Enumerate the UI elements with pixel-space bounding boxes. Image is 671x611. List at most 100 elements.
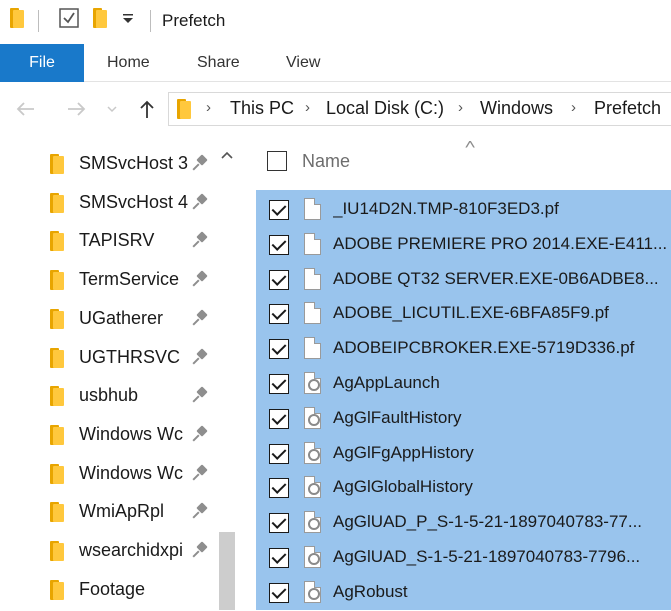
- tab-share[interactable]: Share: [197, 44, 240, 82]
- folder-icon: [50, 424, 66, 445]
- system-file-icon: [304, 406, 321, 429]
- properties-icon[interactable]: [59, 8, 79, 28]
- file-row[interactable]: _IU14D2N.TMP-810F3ED3.pf: [256, 193, 671, 228]
- breadcrumb-local-disk[interactable]: Local Disk (C:): [326, 98, 444, 119]
- nav-pane-item[interactable]: wsearchidxpi: [0, 532, 216, 570]
- file-row[interactable]: AgGlUAD_S-1-5-21-1897040783-7796...: [256, 541, 671, 576]
- customize-toolbar-icon[interactable]: [122, 14, 134, 24]
- tab-file[interactable]: File: [0, 44, 84, 82]
- system-file-icon: [304, 476, 321, 499]
- file-checkbox[interactable]: [269, 234, 289, 255]
- file-row[interactable]: AgRobust: [256, 576, 671, 611]
- pin-icon[interactable]: [192, 154, 209, 172]
- file-name: ADOBE QT32 SERVER.EXE-0B6ADBE8...: [333, 268, 659, 288]
- file-name: AgGlUAD_P_S-1-5-21-1897040783-77...: [333, 512, 643, 532]
- chevron-right-icon[interactable]: ›: [206, 99, 211, 116]
- breadcrumb-prefetch[interactable]: Prefetch: [594, 98, 661, 119]
- file-row[interactable]: AgAppLaunch: [256, 367, 671, 402]
- folder-icon: [50, 502, 66, 523]
- file-row[interactable]: AgGlFgAppHistory: [256, 437, 671, 472]
- file-checkbox[interactable]: [269, 269, 289, 290]
- pin-icon[interactable]: [192, 541, 209, 559]
- file-checkbox[interactable]: [269, 478, 289, 499]
- file-checkbox[interactable]: [269, 304, 289, 325]
- ribbon-tabs: File Home Share View: [0, 44, 671, 82]
- file-checkbox[interactable]: [269, 408, 289, 429]
- file-checkbox[interactable]: [269, 548, 289, 568]
- folder-icon: [10, 8, 26, 28]
- nav-pane-item[interactable]: TermService: [0, 261, 216, 299]
- nav-pane-item[interactable]: TAPISRV: [0, 222, 216, 260]
- file-checkbox[interactable]: [269, 513, 289, 534]
- nav-pane-item[interactable]: UGatherer: [0, 300, 216, 338]
- chevron-up-icon: [221, 151, 233, 159]
- file-checkbox[interactable]: [269, 200, 289, 220]
- nav-pane-item[interactable]: usbhub: [0, 377, 216, 415]
- pin-icon[interactable]: [192, 270, 209, 288]
- select-all-checkbox[interactable]: [267, 151, 287, 171]
- file-checkbox[interactable]: [269, 374, 289, 394]
- pin-icon[interactable]: [192, 463, 209, 482]
- pin-icon[interactable]: [192, 347, 209, 366]
- nav-pane-item[interactable]: SMSvcHost 4: [0, 184, 216, 222]
- document-icon: [304, 337, 321, 360]
- file-row[interactable]: ADOBEIPCBROKER.EXE-5719D336.pf: [256, 332, 671, 367]
- nav-pane-item[interactable]: Windows Wc: [0, 455, 216, 493]
- column-header-name[interactable]: Name: [302, 151, 350, 172]
- nav-pane-item[interactable]: Footage: [0, 571, 216, 609]
- pin-icon[interactable]: [192, 193, 209, 211]
- up-button[interactable]: [134, 96, 160, 122]
- pin-icon[interactable]: [192, 231, 209, 249]
- file-row[interactable]: AgGlGlobalHistory: [256, 471, 671, 506]
- breadcrumb-this-pc[interactable]: This PC: [230, 98, 294, 119]
- system-file-icon: [304, 546, 321, 568]
- file-name: AgRobust: [333, 581, 408, 601]
- tab-view[interactable]: View: [286, 44, 320, 82]
- file-name: AgGlUAD_S-1-5-21-1897040783-7796...: [333, 547, 641, 566]
- pin-icon[interactable]: [192, 425, 209, 443]
- navigation-pane-scrollbar[interactable]: [216, 140, 238, 610]
- nav-pane-item[interactable]: WmiApRpl: [0, 493, 216, 531]
- folder-icon: [50, 386, 66, 407]
- nav-pane-item[interactable]: Windows Wc: [0, 416, 216, 454]
- pin-icon[interactable]: [192, 386, 209, 404]
- document-icon: [304, 232, 321, 255]
- back-arrow-icon: [16, 102, 34, 116]
- window-title: Prefetch: [162, 11, 226, 30]
- folder-icon: [177, 99, 193, 124]
- up-arrow-icon: [140, 100, 154, 118]
- document-icon: [304, 198, 321, 220]
- scroll-thumb[interactable]: [219, 532, 235, 610]
- file-name: _IU14D2N.TMP-810F3ED3.pf: [333, 199, 559, 218]
- file-checkbox[interactable]: [269, 443, 289, 464]
- folder-icon: [50, 541, 66, 561]
- file-row[interactable]: AgGlUAD_P_S-1-5-21-1897040783-77...: [256, 506, 671, 541]
- chevron-right-icon[interactable]: ›: [458, 99, 463, 116]
- file-row[interactable]: ADOBE_LICUTIL.EXE-6BFA85F9.pf: [256, 297, 671, 332]
- file-row[interactable]: ADOBE QT32 SERVER.EXE-0B6ADBE8...: [256, 263, 671, 298]
- nav-pane-item-label: SMSvcHost 4: [79, 191, 189, 212]
- scroll-up-button[interactable]: [216, 144, 238, 166]
- address-bar[interactable]: › This PC › Local Disk (C:) › Windows › …: [168, 92, 671, 126]
- nav-pane-item-label: Footage: [79, 578, 146, 599]
- file-name: AgGlGlobalHistory: [333, 477, 473, 497]
- forward-button[interactable]: [64, 96, 90, 122]
- file-checkbox[interactable]: [269, 339, 289, 360]
- file-row[interactable]: ADOBE PREMIERE PRO 2014.EXE-E411...: [256, 228, 671, 263]
- new-folder-icon[interactable]: [93, 8, 109, 28]
- nav-pane-item[interactable]: SMSvcHost 3: [0, 145, 216, 183]
- breadcrumb-windows[interactable]: Windows: [480, 98, 553, 119]
- back-button[interactable]: [12, 96, 38, 122]
- pin-icon[interactable]: [192, 502, 209, 520]
- file-checkbox[interactable]: [269, 582, 289, 603]
- nav-pane-item[interactable]: UGTHRSVC: [0, 339, 216, 377]
- file-row[interactable]: AgGlFaultHistory: [256, 402, 671, 437]
- tab-home[interactable]: Home: [107, 44, 150, 82]
- nav-pane-item-label: TAPISRV: [79, 230, 155, 251]
- chevron-right-icon[interactable]: ›: [305, 99, 310, 116]
- recent-locations-button[interactable]: [104, 96, 120, 122]
- pin-icon[interactable]: [192, 309, 209, 327]
- nav-pane-item-label: WmiApRpl: [79, 501, 165, 522]
- folder-icon: [50, 463, 66, 484]
- chevron-right-icon[interactable]: ›: [571, 99, 576, 116]
